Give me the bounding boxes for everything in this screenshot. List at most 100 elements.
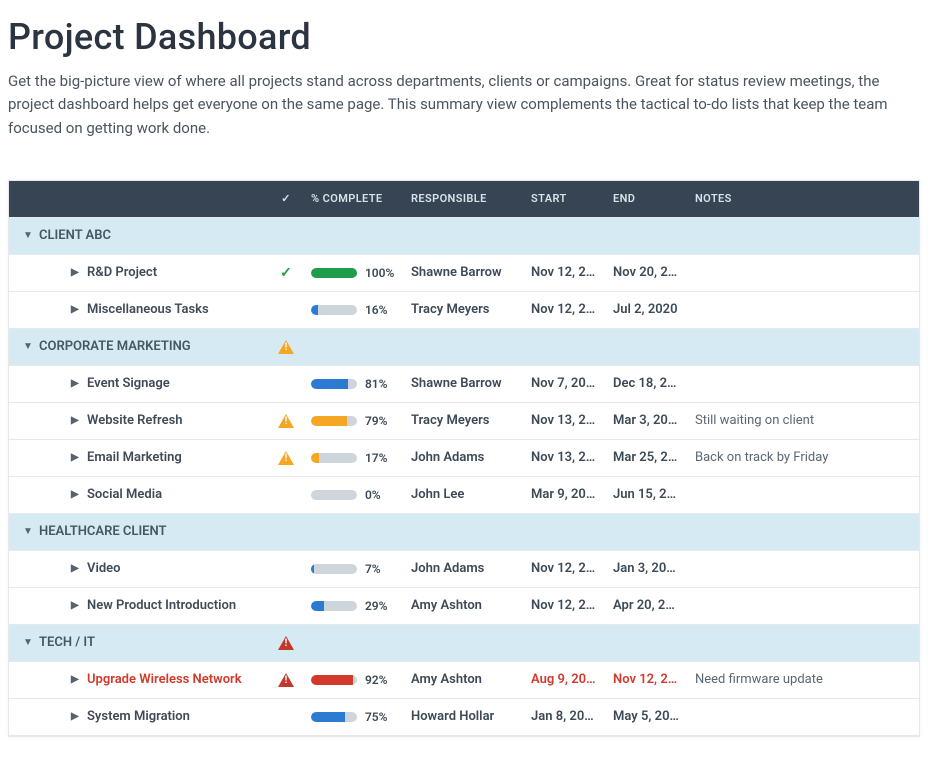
progress-bar bbox=[311, 601, 357, 611]
group-name-label: CLIENT ABC bbox=[39, 228, 111, 243]
progress-pct-label: 0% bbox=[365, 488, 395, 502]
caret-right-icon bbox=[71, 452, 81, 463]
caret-right-icon bbox=[71, 600, 81, 611]
task-row[interactable]: Video7%John AdamsNov 12, 2019Jan 3, 2020 bbox=[9, 551, 919, 588]
task-complete-cell: 100% bbox=[303, 260, 403, 286]
progress-bar bbox=[311, 268, 357, 278]
task-name-cell[interactable]: New Product Introduction bbox=[9, 592, 269, 619]
task-end-cell: May 5, 2020 bbox=[605, 703, 687, 730]
progress-pct-label: 92% bbox=[365, 673, 395, 687]
task-end-cell: Apr 20, 2020 bbox=[605, 592, 687, 619]
task-notes-cell bbox=[687, 489, 919, 501]
progress-pct-label: 29% bbox=[365, 599, 395, 613]
task-status-cell: ✓ bbox=[269, 259, 303, 287]
task-name-cell[interactable]: System Migration bbox=[9, 703, 269, 730]
group-row[interactable]: CORPORATE MARKETING bbox=[9, 329, 919, 366]
task-responsible-cell: John Adams bbox=[403, 444, 523, 471]
task-end-cell: Nov 20, 2019 bbox=[605, 259, 687, 286]
group-row[interactable]: CLIENT ABC bbox=[9, 218, 919, 255]
task-status-cell bbox=[269, 408, 303, 434]
group-row[interactable]: TECH / IT bbox=[9, 625, 919, 662]
group-name-label: CORPORATE MARKETING bbox=[39, 339, 191, 354]
task-row[interactable]: Email Marketing17%John AdamsNov 13, 2019… bbox=[9, 440, 919, 477]
check-icon: ✓ bbox=[281, 192, 291, 205]
task-start-cell: Mar 9, 2020 bbox=[523, 481, 605, 508]
task-row[interactable]: System Migration75%Howard HollarJan 8, 2… bbox=[9, 699, 919, 736]
task-row[interactable]: New Product Introduction 29% Amy AshtonNov… bbox=[9, 588, 919, 625]
group-name-cell[interactable]: CORPORATE MARKETING bbox=[9, 333, 269, 360]
task-name-cell[interactable]: Event Signage bbox=[9, 370, 269, 397]
task-row[interactable]: Event Signage 81%Shawne BarrowNov 7, 2019… bbox=[9, 366, 919, 403]
task-row[interactable]: Miscellaneous Tasks16%Tracy MeyersNov 12… bbox=[9, 292, 919, 329]
group-row[interactable]: HEALTHCARE CLIENT bbox=[9, 514, 919, 551]
caret-down-icon bbox=[23, 637, 33, 648]
task-end-cell: Mar 25, 2020 bbox=[605, 444, 687, 471]
col-status: ✓ bbox=[269, 186, 303, 211]
caret-right-icon bbox=[71, 304, 81, 315]
task-status-cell bbox=[269, 711, 303, 723]
task-start-cell: Jan 8, 2020 bbox=[523, 703, 605, 730]
progress-bar bbox=[311, 453, 357, 463]
group-name-cell[interactable]: TECH / IT bbox=[9, 629, 269, 656]
group-name-label: TECH / IT bbox=[39, 635, 95, 650]
task-name-label: R&D Project bbox=[87, 265, 157, 280]
progress-bar bbox=[311, 490, 357, 500]
task-complete-cell: 0% bbox=[303, 482, 403, 508]
task-start-cell: Nov 12, 2019 bbox=[523, 592, 605, 619]
task-name-label: Social Media bbox=[87, 487, 162, 502]
table-header-row: ✓ % COMPLETE RESPONSIBLE START END NOTES bbox=[9, 181, 919, 218]
caret-right-icon bbox=[71, 563, 81, 574]
col-end: END bbox=[605, 186, 687, 211]
task-name-cell[interactable]: Social Media bbox=[9, 481, 269, 508]
task-complete-cell: 79% bbox=[303, 408, 403, 434]
group-name-cell[interactable]: HEALTHCARE CLIENT bbox=[9, 518, 269, 545]
task-end-cell: Mar 3, 2020 bbox=[605, 407, 687, 434]
task-name-label: Event Signage bbox=[87, 376, 170, 391]
task-responsible-cell: John Adams bbox=[403, 555, 523, 582]
task-responsible-cell: Tracy Meyers bbox=[403, 296, 523, 323]
task-complete-cell: 7% bbox=[303, 556, 403, 582]
task-end-cell: Nov 12, 2019 bbox=[605, 666, 687, 693]
task-name-cell[interactable]: R&D Project bbox=[9, 259, 269, 286]
task-status-cell bbox=[269, 563, 303, 575]
group-name-cell[interactable]: CLIENT ABC bbox=[9, 222, 269, 249]
task-status-cell bbox=[269, 445, 303, 471]
task-responsible-cell: Amy Ashton bbox=[403, 592, 523, 619]
task-name-cell[interactable]: Upgrade Wireless Network bbox=[9, 666, 269, 693]
task-notes-cell: Need firmware update bbox=[687, 666, 919, 693]
task-status-cell bbox=[269, 489, 303, 501]
task-complete-cell: 81% bbox=[303, 371, 403, 397]
group-name-label: HEALTHCARE CLIENT bbox=[39, 524, 167, 539]
warning-icon bbox=[278, 451, 294, 465]
progress-pct-label: 17% bbox=[365, 451, 395, 465]
col-notes: NOTES bbox=[687, 186, 919, 211]
task-row[interactable]: Website Refresh79%Tracy MeyersNov 13, 20… bbox=[9, 403, 919, 440]
task-name-cell[interactable]: Video bbox=[9, 555, 269, 582]
progress-pct-label: 75% bbox=[365, 710, 395, 724]
task-responsible-cell: John Lee bbox=[403, 481, 523, 508]
task-start-cell: Nov 7, 2019 bbox=[523, 370, 605, 397]
task-name-cell[interactable]: Website Refresh bbox=[9, 407, 269, 434]
task-name-label: Email Marketing bbox=[87, 450, 182, 465]
group-status-cell bbox=[269, 526, 303, 538]
task-complete-cell: 29% bbox=[303, 593, 403, 619]
task-row[interactable]: Social Media0%John LeeMar 9, 2020Jun 15,… bbox=[9, 477, 919, 514]
task-status-cell bbox=[269, 378, 303, 390]
task-name-cell[interactable]: Email Marketing bbox=[9, 444, 269, 471]
task-start-cell: Nov 12, 2019 bbox=[523, 555, 605, 582]
task-row[interactable]: Upgrade Wireless Network92%Amy AshtonAug… bbox=[9, 662, 919, 699]
task-start-cell: Nov 12, 2019 bbox=[523, 259, 605, 286]
task-notes-cell bbox=[687, 563, 919, 575]
task-row[interactable]: R&D Project✓100%Shawne BarrowNov 12, 201… bbox=[9, 255, 919, 292]
check-icon: ✓ bbox=[280, 265, 292, 281]
task-name-cell[interactable]: Miscellaneous Tasks bbox=[9, 296, 269, 323]
project-dashboard-table: ✓ % COMPLETE RESPONSIBLE START END NOTES… bbox=[8, 180, 920, 737]
task-responsible-cell: Amy Ashton bbox=[403, 666, 523, 693]
col-name bbox=[9, 193, 269, 205]
page-intro: Get the big-picture view of where all pr… bbox=[8, 70, 888, 140]
task-complete-cell: 17% bbox=[303, 445, 403, 471]
group-status-cell bbox=[269, 230, 303, 242]
task-responsible-cell: Shawne Barrow bbox=[403, 370, 523, 397]
col-complete: % COMPLETE bbox=[303, 186, 403, 211]
task-notes-cell bbox=[687, 600, 919, 612]
